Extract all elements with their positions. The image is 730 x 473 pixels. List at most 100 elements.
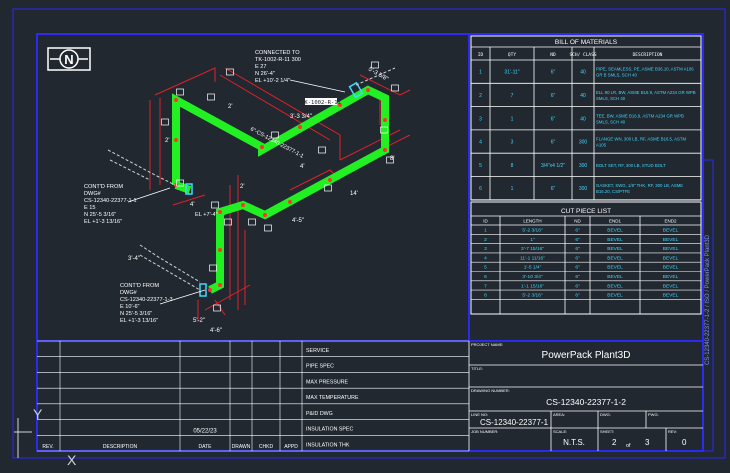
cut-cell: 8 <box>484 293 487 299</box>
svg-text:PROJECT NAME:: PROJECT NAME: <box>471 342 503 347</box>
spec-label: SERVICE <box>306 348 330 354</box>
equipment-tag: TK-1002-R-11 <box>301 98 341 106</box>
bom-cell-qty: 31'-11" <box>504 70 519 76</box>
cut-cell: 2 <box>484 237 487 243</box>
bom-cell-description: GASKET, SWG, 1/8" THK, RF, 300 LB, ASME <box>596 183 683 188</box>
contd-from-note-1: CONT'D FROM DWG# CS-12340-22377-1-1 E 15… <box>84 184 138 225</box>
cut-cell: BEVEL <box>607 274 623 280</box>
svg-text:AREA:: AREA: <box>553 412 565 417</box>
bom-cell-sch: 300 <box>579 163 588 169</box>
cut-cell: 5'-2 3/16" <box>522 228 543 234</box>
spec-label: MAX TEMPERATURE <box>306 395 359 401</box>
cut-cell: 6" <box>575 283 580 289</box>
revision-header: REV. <box>42 444 53 450</box>
bill-of-materials[interactable]: BILL OF MATERIALS ID QTY ND SCH/ CLASS DESCR… <box>470 35 702 201</box>
sheet-value: 2 <box>612 438 617 447</box>
cut-cell: 4 <box>484 255 487 261</box>
cut-cell: 1'-1 15/16" <box>521 283 544 289</box>
bom-cell-id: 6 <box>479 186 482 192</box>
cut-cell: 6" <box>575 246 580 252</box>
spec-label: P&ID DWG <box>306 411 333 417</box>
bom-cell-description: TEE, BW, ASME B16.9, ASTM A234 GR WPB <box>596 113 684 118</box>
flange-icons <box>185 81 364 297</box>
revision-header: DRAWN <box>232 444 251 450</box>
bom-title: BILL OF MATERIALS <box>555 39 618 46</box>
bom-header: ND <box>550 52 556 58</box>
pipe-run[interactable] <box>172 85 389 294</box>
cut-cell: BEVEL <box>663 265 679 271</box>
isometric-view[interactable]: CONNECTED TO TK-1002-R-11 300 E 27 N 26'… <box>84 50 411 334</box>
bom-cell-description: BOLT SET, RF, 300 LB, STUD BOLT <box>596 163 666 168</box>
bom-cell-id: 5 <box>479 163 482 169</box>
dim-text: 3'-3 3/4" <box>290 114 312 120</box>
cut-cell: BEVEL <box>663 255 679 261</box>
cut-header: ID <box>483 219 488 224</box>
cut-cell: BEVEL <box>607 255 623 261</box>
ucs-y-label: Y <box>33 406 43 422</box>
cut-cell: 6 <box>484 274 487 280</box>
bom-cell-sch: 300 <box>579 186 588 192</box>
cut-cell: 1" <box>530 237 535 243</box>
cut-cell: BEVEL <box>663 274 679 280</box>
dim-text: 2' <box>228 104 232 110</box>
bom-cell-description: A105 <box>596 143 607 148</box>
cut-header: LENGTH <box>523 219 541 224</box>
spec-label: MAX PRESSURE <box>306 379 349 385</box>
dim-text: 4'-6" <box>210 328 222 334</box>
cut-cell: BEVEL <box>663 283 679 289</box>
bom-cell-nd: 6" <box>551 93 556 99</box>
drawing-canvas[interactable]: CS-12340-22377-1-2 / ISO / PowerPack Pla… <box>0 0 730 468</box>
bom-cell-nd: 3/4"x4 1/2" <box>541 163 565 169</box>
cut-cell: 3 <box>484 246 487 252</box>
ucs-icon: Y X <box>14 406 77 468</box>
ucs-x-label: X <box>67 452 77 468</box>
bom-cell-id: 3 <box>479 116 482 122</box>
bom-cell-qty: 1 <box>511 116 514 122</box>
cut-cell: 6" <box>575 228 580 234</box>
cut-cell: 11'-1 11/16" <box>520 255 545 261</box>
cut-cell: 6" <box>575 255 580 261</box>
cut-cell: BEVEL <box>607 265 623 271</box>
bom-cell-nd: 6" <box>551 140 556 146</box>
cut-cell: 1'-5 1/4" <box>524 265 542 271</box>
bom-header: QTY <box>508 52 516 58</box>
cut-cell: 5 <box>484 265 487 271</box>
rev-value: 0 <box>682 438 687 447</box>
bom-cell-id: 4 <box>479 140 482 146</box>
connected-note: CONNECTED TO TK-1002-R-11 300 E 27 N 26'… <box>255 50 302 84</box>
svg-text:JOB NUMBER:: JOB NUMBER: <box>471 429 498 434</box>
bom-cell-sch: 40 <box>580 93 586 99</box>
svg-text:TITLE:: TITLE: <box>471 366 483 371</box>
bom-cell-description: FLANGE WN, 300 LB, RF, ASME B16.5, ASTM <box>596 137 686 142</box>
revision-header: DATE <box>199 444 213 450</box>
revision-header: DESCRIPTION <box>103 444 138 450</box>
sheets-value: 3 <box>645 438 650 447</box>
bom-cell-sch: 40 <box>580 70 586 76</box>
north-arrow-icon: N <box>47 47 91 71</box>
cut-cell: BEVEL <box>607 246 623 252</box>
cut-cell: 3'-10 3/4" <box>522 274 543 280</box>
bom-cell-id: 2 <box>479 93 482 99</box>
svg-text:SCALE:: SCALE: <box>553 429 567 434</box>
bom-cell-qty: 1 <box>511 186 514 192</box>
bom-cell-sch: 300 <box>579 140 588 146</box>
cut-cell: 3'-7 15/16" <box>521 246 544 252</box>
dim-text: 2' <box>240 184 244 190</box>
cut-title: CUT PIECE LIST <box>561 208 611 215</box>
spec-label: INSULATION SPEC <box>306 427 353 433</box>
line-number: CS-12340-22377-1 <box>480 418 549 427</box>
scale-value: N.T.S. <box>563 438 585 447</box>
cut-cell: BEVEL <box>663 246 679 252</box>
cut-header: END2 <box>664 219 677 224</box>
svg-text:TK-1002-R-11: TK-1002-R-11 <box>301 100 341 106</box>
cut-piece-list[interactable]: CUT PIECE LIST ID LENGTH ND END1 END2 1 5'-2 3… <box>470 201 702 315</box>
elevation-note: EL +7'-4" <box>195 212 218 218</box>
drawing-number: CS-12340-22377-1-2 <box>546 397 626 407</box>
cut-cell: BEVEL <box>607 228 623 234</box>
bom-cell-id: 1 <box>479 70 482 76</box>
svg-text:DRAWING NUMBER:: DRAWING NUMBER: <box>471 388 510 393</box>
bom-cell-qty: 7 <box>511 93 514 99</box>
cut-cell: 6" <box>575 274 580 280</box>
bom-header: SCH/ CLASS <box>569 52 596 58</box>
svg-text:PWG:: PWG: <box>648 412 659 417</box>
